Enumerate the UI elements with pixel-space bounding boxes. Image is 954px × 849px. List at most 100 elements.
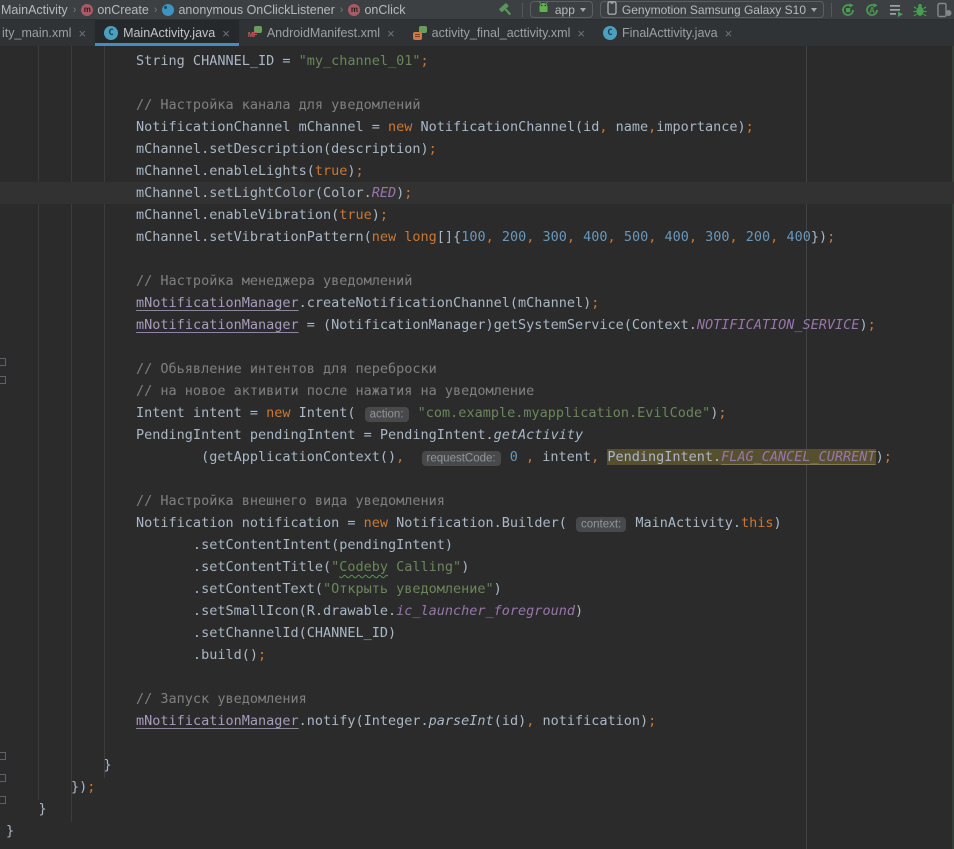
code-line <box>6 248 954 270</box>
inlay-hint: requestCode: <box>422 451 501 466</box>
build-hammer-icon[interactable] <box>498 1 515 18</box>
tab-label: FinalActtivity.java <box>622 26 718 40</box>
tab-ity_main.xml[interactable]: ity_main.xml × <box>0 20 95 46</box>
tab-activity_final_acttivity.xml[interactable]: activity_final_acttivity.xml × <box>404 20 594 46</box>
code-line: Notification notification = new Notifica… <box>6 512 954 534</box>
code-line: } <box>6 820 954 842</box>
breadcrumb-separator: › <box>73 4 77 16</box>
toolbar-divider <box>831 3 832 17</box>
code-line: // Обьявление интентов для переброски <box>6 358 954 380</box>
breadcrumb-label: MainActivity <box>1 3 68 17</box>
code-line: }); <box>6 776 954 798</box>
run-config-label: app <box>555 3 575 17</box>
breadcrumb-separator: › <box>340 4 344 16</box>
code-line: .setContentTitle("Codeby Calling") <box>6 556 954 578</box>
code-line: mNotificationManager.createNotificationC… <box>6 292 954 314</box>
code-line-current: mChannel.setLightColor(Color.RED); <box>0 182 954 204</box>
chevron-down-icon <box>811 8 817 12</box>
code-line: .setSmallIcon(R.drawable.ic_launcher_for… <box>6 600 954 622</box>
code-line <box>6 336 954 358</box>
code-line: Intent intent = new Intent( action: "com… <box>6 402 954 424</box>
editor-tabs: ity_main.xml × MainActivity.java × MF Android… <box>0 20 954 46</box>
breadcrumb: MainActivity›monCreate›anonymous OnClick… <box>0 0 405 19</box>
code-line: } <box>6 754 954 776</box>
method-icon: m <box>348 4 360 16</box>
breadcrumb-separator: › <box>154 4 158 16</box>
debug-icon[interactable] <box>911 1 928 18</box>
fold-marker[interactable] <box>0 774 6 782</box>
close-tab-icon[interactable]: × <box>725 27 733 40</box>
phone-icon <box>607 1 617 18</box>
breadcrumb-label: onClick <box>364 3 405 17</box>
svg-text:A: A <box>869 6 875 15</box>
device-select[interactable]: Genymotion Samsung Galaxy S10 <box>600 1 824 18</box>
code-line: String CHANNEL_ID = "my_channel_01"; <box>6 50 954 72</box>
code-line: } <box>6 798 954 820</box>
code-text-area[interactable]: String CHANNEL_ID = "my_channel_01"; // … <box>0 50 954 842</box>
close-tab-icon[interactable]: × <box>78 27 86 40</box>
code-editor[interactable]: String CHANNEL_ID = "my_channel_01"; // … <box>0 46 954 849</box>
code-line: mChannel.setDescription(description); <box>6 138 954 160</box>
fold-marker[interactable] <box>0 752 6 760</box>
fold-marker[interactable] <box>0 358 6 366</box>
code-line: .setChannelId(CHANNEL_ID) <box>6 622 954 644</box>
main-toolbar: MainActivity›monCreate›anonymous OnClick… <box>0 0 954 20</box>
java-class-icon <box>104 26 118 40</box>
fold-marker[interactable] <box>0 796 6 804</box>
close-tab-icon[interactable]: × <box>577 27 585 40</box>
tab-AndroidManifest.xml[interactable]: MF AndroidManifest.xml × <box>239 20 404 46</box>
toolbar-actions: app Genymotion Samsung Galaxy S10 A <box>498 0 954 19</box>
code-line: .setContentIntent(pendingIntent) <box>6 534 954 556</box>
layout-xml-icon <box>413 26 427 40</box>
fold-marker[interactable] <box>0 376 6 384</box>
code-line <box>6 72 954 94</box>
breadcrumb-item-mainactivity[interactable]: MainActivity <box>1 3 68 17</box>
code-line: // Настройка канала для уведомлений <box>6 94 954 116</box>
breadcrumb-label: anonymous OnClickListener <box>178 3 334 17</box>
tab-FinalActtivity.java[interactable]: FinalActtivity.java × <box>594 20 741 46</box>
manifest-file-icon: MF <box>248 26 262 40</box>
code-line: mNotificationManager.notify(Integer.pars… <box>6 710 954 732</box>
run-with-coverage-icon[interactable] <box>887 1 904 18</box>
code-line <box>6 732 954 754</box>
code-line: PendingIntent pendingIntent = PendingInt… <box>6 424 954 446</box>
breadcrumb-item-oncreate[interactable]: monCreate <box>81 3 148 17</box>
toolbar-divider <box>522 3 523 17</box>
code-line: NotificationChannel mChannel = new Notif… <box>6 116 954 138</box>
close-tab-icon[interactable]: × <box>387 27 395 40</box>
code-line: mChannel.enableLights(true); <box>6 160 954 182</box>
tab-label: MainActivity.java <box>123 26 215 40</box>
usage-highlight: FLAG_CANCEL_CURRENT <box>721 449 875 465</box>
inlay-hint: action: <box>365 407 409 422</box>
anonymous-class-icon <box>162 4 174 16</box>
tab-MainActivity.java[interactable]: MainActivity.java × <box>95 20 239 46</box>
tab-label: AndroidManifest.xml <box>267 26 380 40</box>
java-class-icon <box>603 26 617 40</box>
code-line: .setContentText("Открыть уведомление") <box>6 578 954 600</box>
close-tab-icon[interactable]: × <box>222 27 230 40</box>
code-line: // Настройка менеджера уведомлений <box>6 270 954 292</box>
tab-label: ity_main.xml <box>2 26 71 40</box>
code-line: mChannel.enableVibration(true); <box>6 204 954 226</box>
code-line <box>6 468 954 490</box>
code-line: // на новое активити после нажатия на ув… <box>6 380 954 402</box>
code-line: .build(); <box>6 644 954 666</box>
code-line: // Настройка внешнего вида уведомления <box>6 490 954 512</box>
breadcrumb-item-anonymous-onclicklistener[interactable]: anonymous OnClickListener <box>162 3 334 17</box>
breadcrumb-label: onCreate <box>97 3 148 17</box>
code-line: // Запуск уведомления <box>6 688 954 710</box>
attach-debugger-icon[interactable] <box>935 1 952 18</box>
inlay-hint: context: <box>576 517 626 532</box>
code-line: (getApplicationContext(), requestCode: 0… <box>6 446 954 468</box>
device-label: Genymotion Samsung Galaxy S10 <box>622 3 806 17</box>
apply-changes-restart-icon[interactable] <box>839 1 856 18</box>
chevron-down-icon <box>580 8 586 12</box>
apply-code-changes-icon[interactable]: A <box>863 1 880 18</box>
usage-highlight: PendingIntent. <box>607 449 721 465</box>
code-line: mNotificationManager = (NotificationMana… <box>6 314 954 336</box>
tab-label: activity_final_acttivity.xml <box>432 26 571 40</box>
breadcrumb-item-onclick[interactable]: m onClick <box>348 3 405 17</box>
run-configuration-select[interactable]: app <box>530 1 593 18</box>
android-robot-icon <box>537 2 550 17</box>
code-line: mChannel.setVibrationPattern(new long[]{… <box>6 226 954 248</box>
